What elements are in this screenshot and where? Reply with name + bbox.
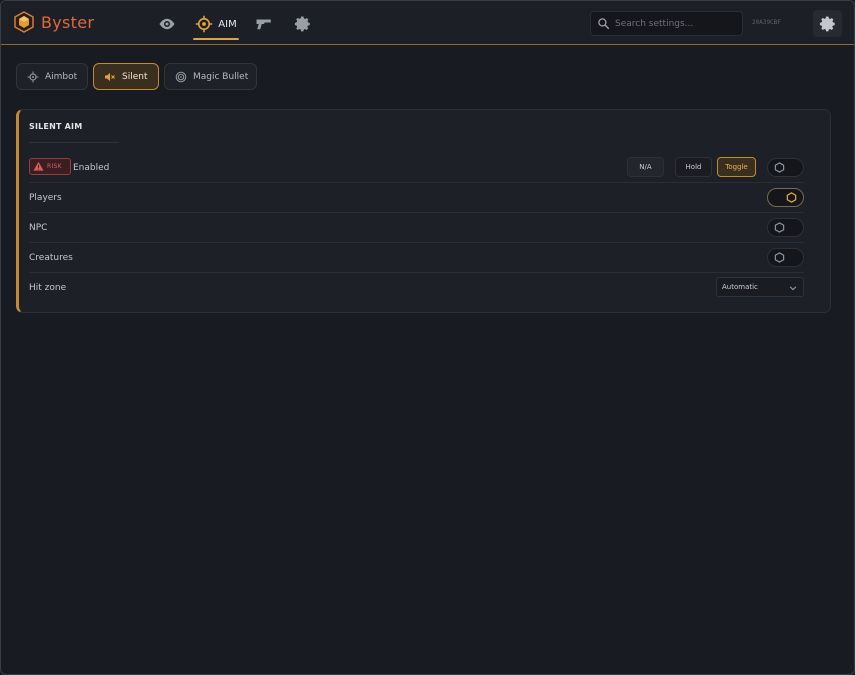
tab-magic-bullet[interactable]: Magic Bullet: [164, 63, 257, 90]
target-icon: [175, 71, 187, 82]
enabled-toggle[interactable]: [767, 158, 804, 177]
settings-button[interactable]: [813, 10, 842, 37]
creatures-toggle[interactable]: [767, 248, 804, 267]
toggle-mode-button[interactable]: Toggle: [717, 157, 756, 177]
silent-aim-panel: SILENT AIM RISK Enabled N/A Hold Toggle: [16, 109, 831, 313]
row-players: Players: [29, 183, 804, 213]
hexagon-icon: [774, 252, 785, 263]
search-input[interactable]: [615, 18, 740, 29]
row-npc: NPC: [29, 213, 804, 243]
eye-icon: [159, 18, 175, 30]
row-hit-zone: Hit zone Automatic: [29, 273, 804, 303]
nav-visuals[interactable]: [157, 13, 177, 35]
npc-toggle[interactable]: [767, 218, 804, 237]
warning-icon: [33, 161, 44, 171]
hexagon-icon: [786, 192, 797, 203]
nav-aim[interactable]: AIM: [193, 13, 239, 35]
players-toggle[interactable]: [767, 188, 804, 207]
row-creatures: Creatures: [29, 243, 804, 273]
gear-icon: [294, 16, 310, 32]
hit-zone-label: Hit zone: [29, 283, 67, 293]
players-label: Players: [29, 193, 62, 203]
nav-weapons[interactable]: [253, 13, 275, 35]
gun-icon: [256, 19, 271, 30]
tab-aimbot[interactable]: Aimbot: [16, 63, 88, 90]
hwid-label: 20A39CBF: [752, 19, 781, 26]
nav-misc[interactable]: [293, 13, 313, 35]
hold-mode-button[interactable]: Hold: [675, 157, 712, 177]
byster-logo-icon: [14, 11, 34, 33]
hit-zone-value: Automatic: [722, 283, 758, 291]
chevron-down-icon: [789, 286, 797, 291]
risk-label: RISK: [47, 163, 62, 170]
search-icon: [598, 18, 610, 30]
tab-magic-bullet-label: Magic Bullet: [193, 71, 249, 82]
nav-aim-label: AIM: [218, 18, 237, 30]
tab-aimbot-label: Aimbot: [45, 71, 78, 82]
panel-title: SILENT AIM: [29, 122, 83, 131]
crosshair-icon: [27, 71, 39, 82]
nav-active-indicator: [193, 38, 239, 40]
tab-silent-label: Silent: [122, 71, 148, 82]
creatures-label: Creatures: [29, 253, 73, 263]
keybind-button[interactable]: N/A: [627, 157, 664, 177]
hit-zone-select[interactable]: Automatic: [716, 277, 804, 297]
hexagon-icon: [774, 222, 785, 233]
tab-silent[interactable]: Silent: [93, 63, 159, 90]
npc-label: NPC: [29, 223, 48, 233]
mute-icon: [105, 72, 115, 81]
logo: Byster: [13, 11, 94, 33]
row-enabled: RISK Enabled N/A Hold Toggle: [29, 153, 804, 183]
risk-badge: RISK: [29, 158, 71, 175]
app-window: Byster AIM Search settings... 20A39CBF A…: [0, 0, 855, 675]
gear-icon: [819, 16, 835, 31]
crosshair-icon: [196, 15, 213, 33]
search-box[interactable]: [590, 11, 743, 36]
app-title: Byster: [41, 12, 95, 32]
panel-divider: [29, 142, 119, 143]
hexagon-icon: [774, 162, 785, 173]
header: Byster AIM Search settings... 20A39CBF: [1, 1, 854, 45]
enabled-label: Enabled: [73, 163, 110, 173]
